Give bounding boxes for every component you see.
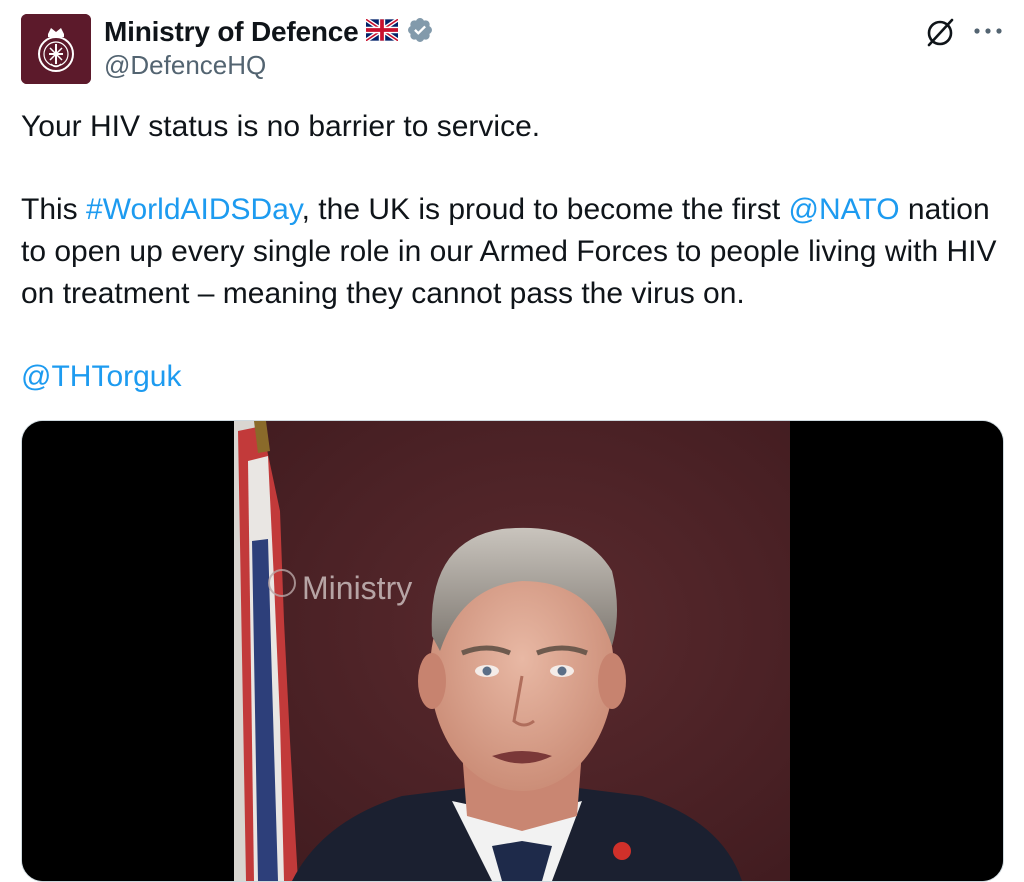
mention-link-thtorguk[interactable]: @THTorguk	[21, 360, 182, 393]
tweet-line-1: Your HIV status is no barrier to service…	[21, 110, 541, 143]
text-segment: , the UK is proud to become the first	[301, 193, 789, 226]
text-segment: This	[21, 193, 87, 226]
grok-button[interactable]	[920, 14, 960, 50]
author-handle[interactable]: @DefenceHQ	[104, 50, 266, 81]
video-player[interactable]: Ministry	[21, 420, 1004, 882]
more-icon	[974, 28, 1002, 34]
author-name-row: Ministry of Defence	[104, 14, 434, 50]
mention-link-nato[interactable]: @NATO	[789, 193, 900, 226]
more-button[interactable]	[968, 16, 1008, 46]
verified-badge-icon[interactable]	[406, 16, 434, 49]
tweet: Ministry of Defence @DefenceHQ Your HIV …	[0, 0, 1024, 882]
tweet-text: Your HIV status is no barrier to service…	[21, 106, 1011, 398]
avatar[interactable]	[21, 14, 91, 84]
video-frame: Ministry	[22, 421, 1003, 881]
uk-flag-icon	[365, 17, 400, 46]
tweet-paragraph-2: This #WorldAIDSDay, the UK is proud to b…	[21, 189, 1011, 315]
hashtag-link[interactable]: #WorldAIDSDay	[86, 193, 302, 226]
author-name[interactable]: Ministry of Defence	[104, 16, 359, 48]
grok-icon	[927, 18, 954, 47]
mod-crest-icon	[21, 14, 91, 84]
backdrop-text: Ministry	[302, 570, 412, 606]
